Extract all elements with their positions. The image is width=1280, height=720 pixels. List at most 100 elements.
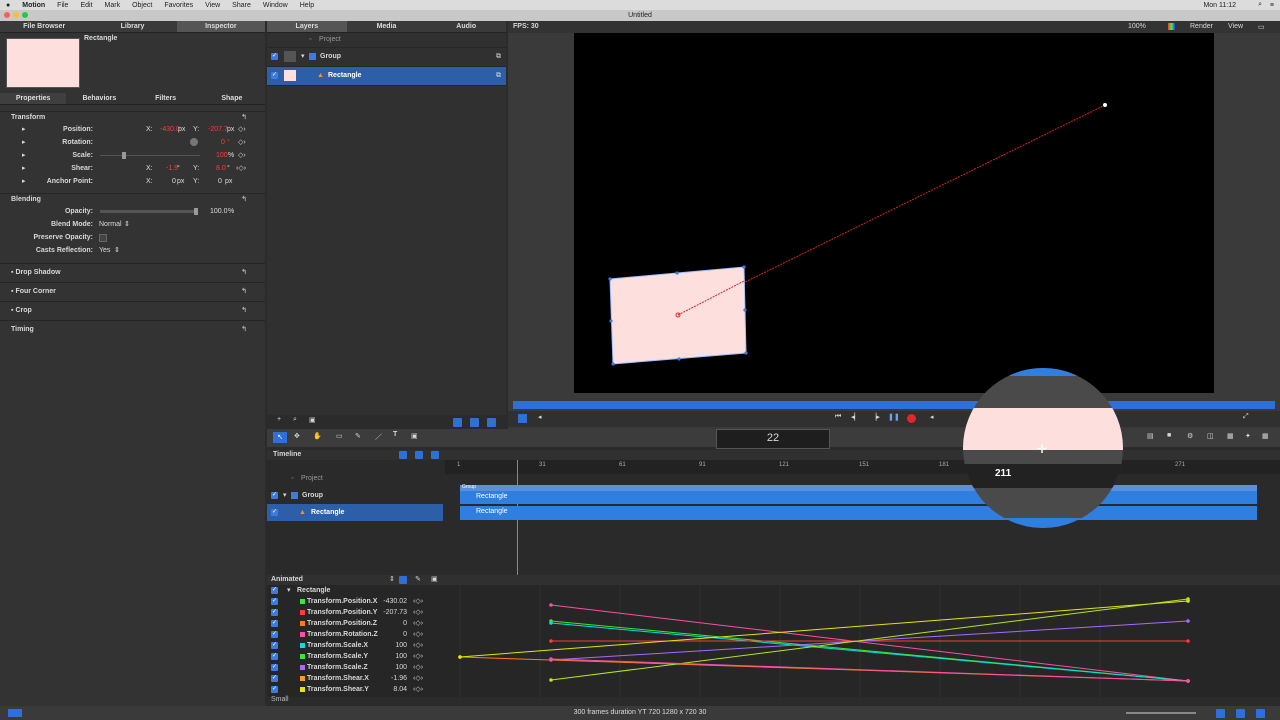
param-value[interactable]: 8.04: [393, 684, 407, 695]
section-blending[interactable]: Blending ↰: [0, 193, 265, 205]
timeline-row-rectangle[interactable]: ✓ ▲ Rectangle: [267, 504, 443, 521]
scale-slider[interactable]: [100, 155, 200, 156]
keyframe-nav-icon[interactable]: ‹◇›: [413, 596, 423, 607]
menu-mark[interactable]: Mark: [105, 2, 121, 9]
zoom-popup[interactable]: 100%: [1128, 23, 1146, 30]
section-timing[interactable]: Timing ↰: [0, 320, 265, 339]
close-icon[interactable]: [4, 12, 10, 18]
keyframe-point[interactable]: [549, 657, 553, 661]
checkbox-icon[interactable]: ✓: [271, 620, 278, 627]
menu-app[interactable]: Motion: [22, 2, 45, 9]
keyframe-curve[interactable]: [459, 600, 1189, 658]
section-four-corner[interactable]: ▪ Four Corner ↰: [0, 282, 265, 301]
keyframe-point[interactable]: [549, 639, 553, 643]
view-toggle-icon[interactable]: [431, 451, 439, 459]
keyframe-point[interactable]: [1186, 639, 1190, 643]
tab-filters[interactable]: Filters: [133, 93, 199, 104]
camera-icon[interactable]: ■: [1167, 432, 1171, 439]
menu-help[interactable]: Help: [300, 2, 314, 9]
keyframe-icon[interactable]: ◇›: [238, 136, 246, 149]
canvas[interactable]: [574, 33, 1214, 393]
layout-icon[interactable]: ▭: [1258, 23, 1265, 31]
view-toggle-icon[interactable]: [453, 418, 462, 427]
next-frame-icon[interactable]: ▕▸: [871, 413, 880, 421]
tab-library[interactable]: Library: [88, 21, 176, 32]
minimize-icon[interactable]: [13, 12, 19, 18]
text-tool-icon[interactable]: T: [393, 431, 397, 438]
clip-rectangle-selected[interactable]: Rectangle: [460, 506, 1257, 520]
timeline-row-project[interactable]: ▫ Project: [267, 470, 443, 487]
create-icon[interactable]: ▤: [1147, 432, 1154, 440]
reset-icon[interactable]: ↰: [241, 302, 247, 320]
resize-handle[interactable]: [609, 319, 613, 323]
rectangle-tool-icon[interactable]: ▭: [336, 432, 343, 440]
view-toggle-icon[interactable]: [487, 418, 496, 427]
keyframe-point[interactable]: [458, 655, 462, 659]
position-x-field[interactable]: -430.0: [160, 123, 180, 136]
resize-handle[interactable]: [742, 265, 746, 269]
add-icon[interactable]: +: [277, 416, 281, 423]
keyframe-icon[interactable]: ◇›: [238, 149, 246, 162]
checkbox-icon[interactable]: ✓: [271, 653, 278, 660]
keyframe-nav-icon[interactable]: ‹◇›: [413, 673, 423, 684]
opacity-field[interactable]: 100.0: [210, 205, 228, 218]
pen-tool-icon[interactable]: ✎: [355, 432, 361, 440]
resize-handle[interactable]: [744, 351, 748, 355]
paint-tool-icon[interactable]: ／: [375, 432, 382, 442]
param-value[interactable]: -430.02: [383, 596, 407, 607]
param-value[interactable]: 100: [395, 662, 407, 673]
view-toggle-icon[interactable]: [1236, 709, 1245, 718]
position-y-field[interactable]: -207.7: [208, 123, 228, 136]
shear-y-field[interactable]: 8.0: [216, 162, 226, 175]
layer-project[interactable]: ▫ Project: [267, 33, 506, 48]
menu-edit[interactable]: Edit: [80, 2, 92, 9]
preserve-opacity-checkbox[interactable]: [99, 234, 107, 242]
curve-toggle-icon[interactable]: [399, 576, 407, 584]
transform-tool-icon[interactable]: ✥: [294, 432, 300, 440]
clip-rectangle[interactable]: Rectangle: [460, 491, 1257, 504]
list-icon[interactable]: ≡: [1270, 2, 1274, 9]
anchor-y-field[interactable]: 0: [218, 175, 222, 188]
resize-handle[interactable]: [677, 357, 681, 361]
resize-handle[interactable]: [675, 271, 679, 275]
keyframe-point[interactable]: [549, 678, 553, 682]
checkbox-icon[interactable]: ✓: [271, 587, 278, 594]
keyframe-icon[interactable]: ◇›: [238, 123, 246, 136]
draw-curve-icon[interactable]: ✎: [415, 575, 421, 585]
opacity-slider-thumb[interactable]: [194, 208, 198, 215]
zoom-icon[interactable]: [22, 12, 28, 18]
scale-slider-thumb[interactable]: [122, 152, 126, 159]
keyframe-point[interactable]: [1186, 619, 1190, 623]
casts-reflection-popup[interactable]: Yes: [99, 244, 110, 257]
opacity-slider[interactable]: [100, 210, 198, 213]
checkbox-icon[interactable]: ✓: [271, 675, 278, 682]
keyframe-nav-icon[interactable]: ‹◇›: [413, 684, 423, 695]
thumbnail-toggle-icon[interactable]: ▣: [309, 416, 316, 424]
reset-icon[interactable]: ↰: [241, 283, 247, 301]
view-toggle-icon[interactable]: [1256, 709, 1265, 718]
keyframe-graph[interactable]: [445, 585, 1275, 697]
param-value[interactable]: -207.73: [383, 607, 407, 618]
menu-object[interactable]: Object: [132, 2, 152, 9]
layer-rectangle[interactable]: ✓ ▲ Rectangle ⧉: [267, 67, 506, 86]
tab-file-browser[interactable]: File Browser: [0, 21, 88, 32]
checkbox-icon[interactable]: ✓: [271, 642, 278, 649]
menu-share[interactable]: Share: [232, 2, 251, 9]
loop-icon[interactable]: [518, 414, 527, 423]
section-transform[interactable]: Transform ↰: [0, 111, 265, 123]
resize-handle[interactable]: [611, 362, 615, 366]
mini-timeline[interactable]: [513, 401, 1275, 409]
motion-path-endpoint[interactable]: [1103, 103, 1107, 107]
back-icon[interactable]: ◂: [538, 413, 542, 421]
disclosure-icon[interactable]: ▾: [301, 48, 305, 66]
scale-field[interactable]: 100: [216, 149, 228, 162]
reset-icon[interactable]: ↰: [241, 112, 247, 123]
tab-shape[interactable]: Shape: [199, 93, 265, 104]
view-toggle-icon[interactable]: [415, 451, 423, 459]
keyframe-nav-icon[interactable]: ‹◇›: [413, 607, 423, 618]
menu-window[interactable]: Window: [263, 2, 288, 9]
layer-toggle-icon[interactable]: [8, 709, 22, 717]
tab-behaviors[interactable]: Behaviors: [66, 93, 132, 104]
disclosure-icon[interactable]: ▾: [283, 487, 287, 504]
keyframe-point[interactable]: [1186, 679, 1190, 683]
